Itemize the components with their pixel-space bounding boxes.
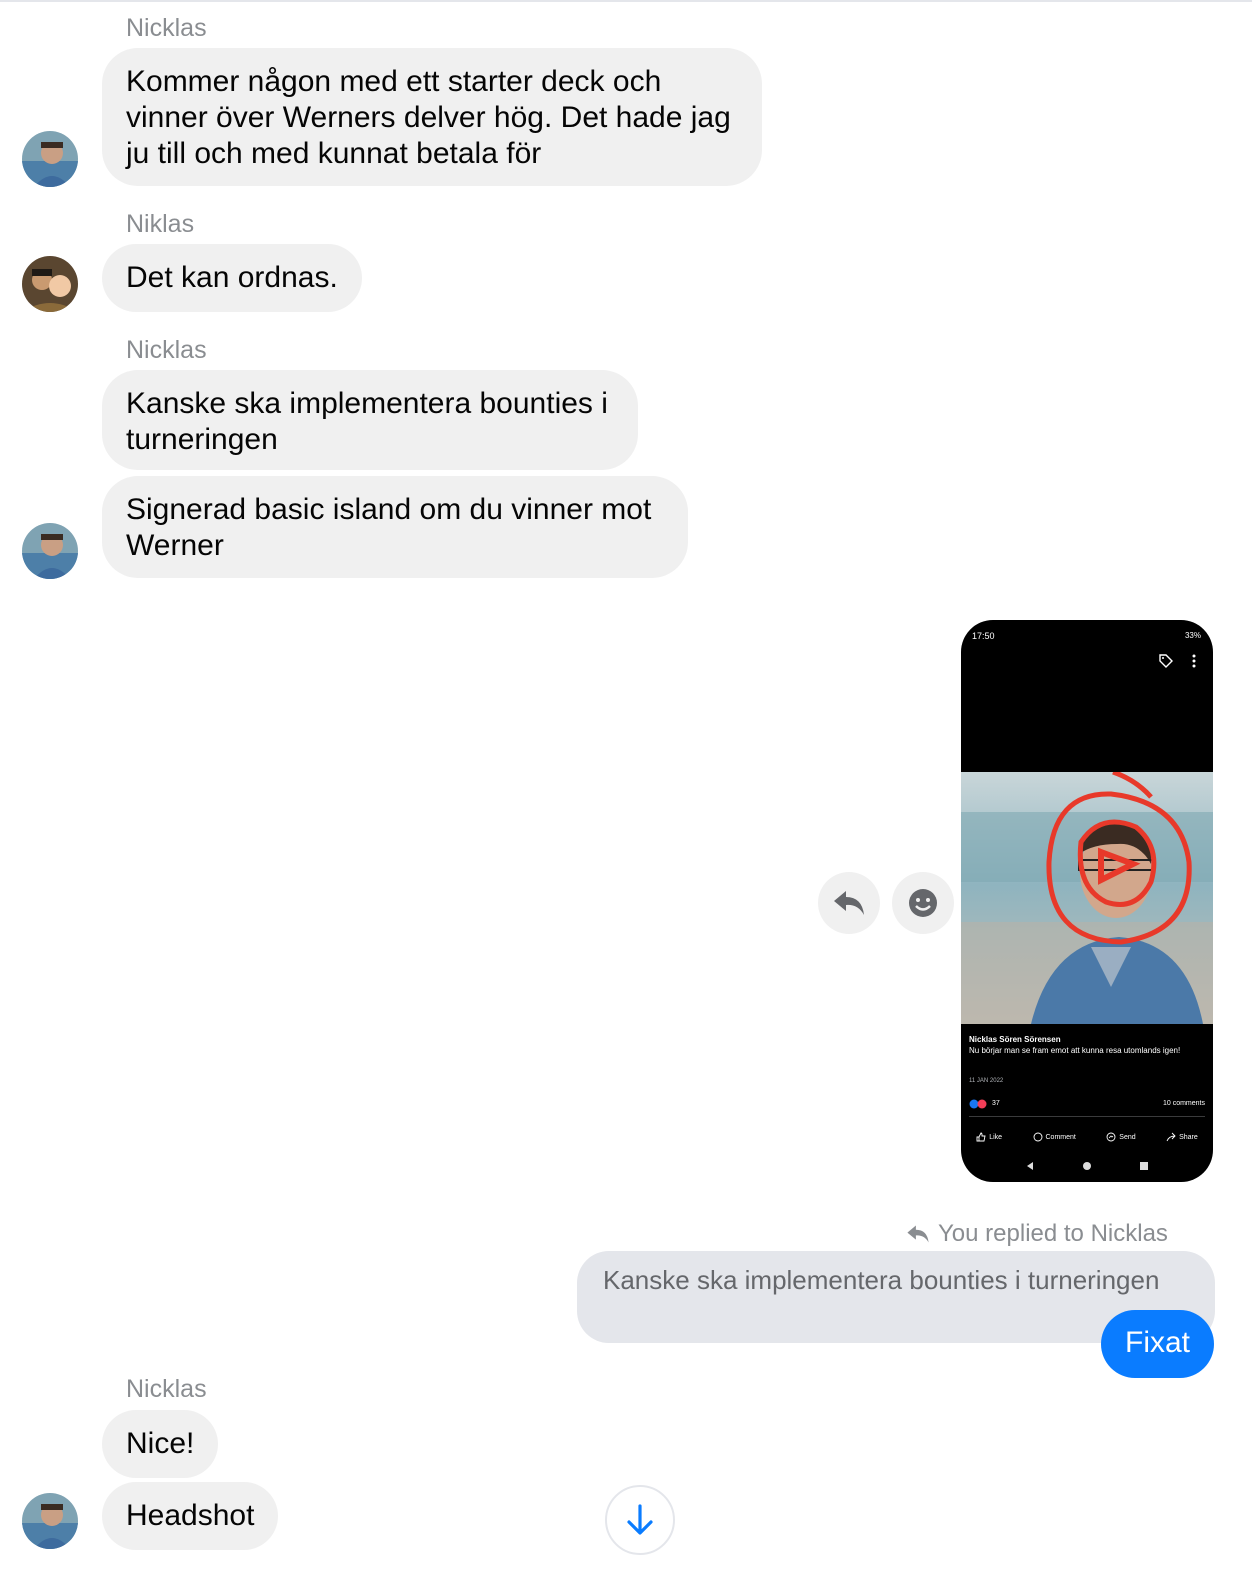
sender-name: Nicklas — [126, 14, 207, 42]
scroll-to-bottom-button[interactable] — [605, 1485, 675, 1555]
reply-icon — [907, 1225, 929, 1243]
arrow-down-icon — [627, 1504, 653, 1535]
reply-icon — [834, 891, 864, 915]
message-bubble[interactable]: Nice! — [102, 1410, 219, 1478]
messenger-icon — [1106, 1132, 1116, 1142]
reactions-count: 37 — [992, 1100, 1000, 1107]
like-icon — [976, 1132, 986, 1142]
top-divider — [0, 0, 1252, 4]
sender-name: Niklas — [126, 210, 195, 238]
home-icon — [1082, 1162, 1091, 1170]
back-icon — [1026, 1162, 1033, 1170]
profile-photo — [961, 772, 1213, 1024]
comment-label: Comment — [1045, 1133, 1076, 1141]
message-bubble[interactable]: Headshot — [102, 1482, 279, 1550]
avatar[interactable] — [22, 523, 78, 579]
recents-icon — [1140, 1162, 1149, 1170]
avatar[interactable] — [22, 256, 78, 312]
message-bubble[interactable]: Det kan ordnas. — [102, 244, 362, 312]
shared-screenshot[interactable]: 17:50 33% Nicklas Sören Sörensen Nu börj… — [961, 620, 1213, 1182]
share-label: Share — [1179, 1133, 1198, 1141]
comment-action: Comment — [1033, 1132, 1076, 1142]
sender-name: Nicklas — [126, 1375, 207, 1403]
post-caption: Nu börjar man se fram emot att kunna res… — [969, 1046, 1181, 1055]
post-author: Nicklas Sören Sörensen — [969, 1035, 1061, 1044]
replied-label: You replied to Nicklas — [938, 1220, 1168, 1247]
status-battery: 33% — [1184, 631, 1201, 640]
avatar[interactable] — [22, 1493, 78, 1549]
reaction-icons — [969, 1099, 987, 1109]
own-message-bubble[interactable]: Fixat — [1101, 1310, 1215, 1378]
post-date: 11 JAN 2022 — [969, 1078, 1004, 1084]
message-bubble[interactable]: Kommer någon med ett starter deck och vi… — [102, 48, 762, 186]
post-actions: Like Comment Send Share — [961, 1132, 1213, 1142]
reply-button[interactable] — [818, 872, 880, 934]
status-time: 17:50 — [972, 631, 995, 641]
smiley-icon — [909, 889, 937, 917]
comment-icon — [1033, 1132, 1042, 1142]
comments-count: 10 comments — [1162, 1100, 1205, 1107]
like-label: Like — [989, 1133, 1003, 1141]
more-icon — [1192, 654, 1196, 668]
sender-name: Nicklas — [126, 336, 207, 364]
share-action: Share — [1166, 1132, 1198, 1142]
replied-indicator: You replied to Nicklas — [906, 1220, 1168, 1248]
react-button[interactable] — [892, 872, 954, 934]
like-action: Like — [976, 1132, 1002, 1142]
message-bubble[interactable]: Signerad basic island om du vinner mot W… — [102, 476, 688, 578]
share-icon — [1166, 1132, 1176, 1142]
android-nav-bar — [961, 1161, 1213, 1171]
tag-icon — [1159, 654, 1173, 668]
send-label: Send — [1119, 1133, 1136, 1141]
message-bubble[interactable]: Kanske ska implementera bounties i turne… — [102, 370, 638, 470]
post-divider — [969, 1116, 1205, 1117]
send-action: Send — [1106, 1132, 1136, 1142]
avatar[interactable] — [22, 131, 78, 187]
